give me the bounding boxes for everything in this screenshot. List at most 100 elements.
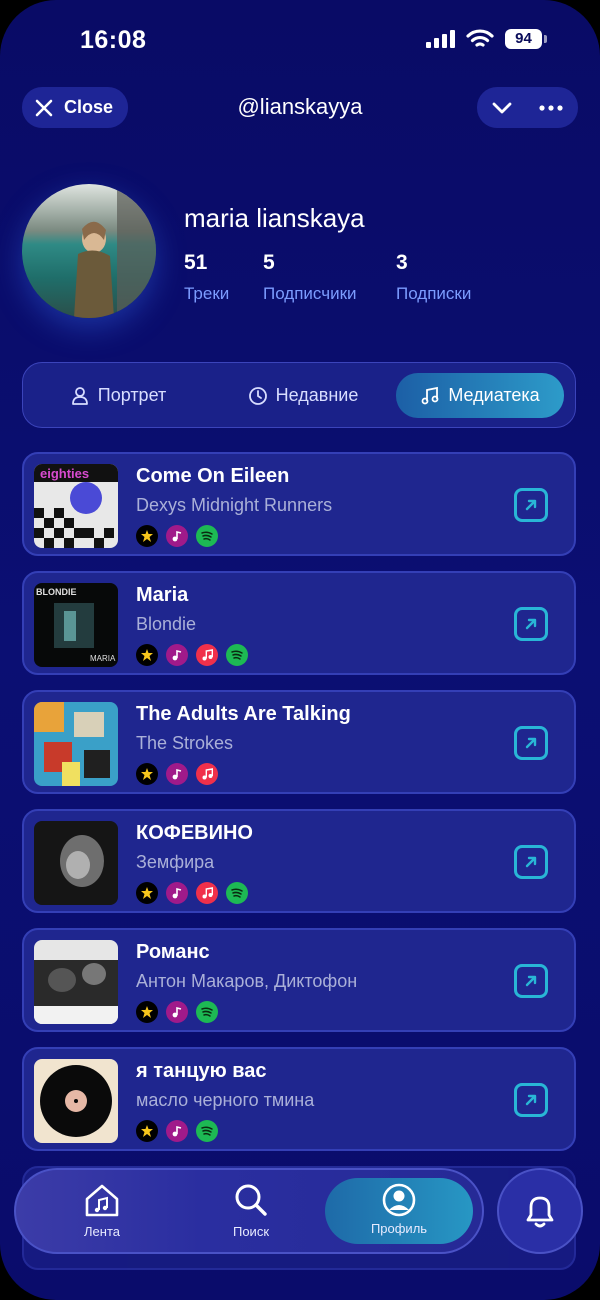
tab-library[interactable]: Медиатека: [396, 373, 564, 418]
open-external-icon[interactable]: [514, 488, 548, 522]
stat-label: Треки: [184, 284, 230, 303]
track-title: КОФЕВИНО: [136, 822, 253, 844]
spotify-icon[interactable]: [196, 1120, 218, 1142]
bottom-nav: Лента Поиск Профиль: [14, 1168, 484, 1254]
stat-label: Подписчики: [263, 284, 357, 303]
track-title: я танцую вас: [136, 1060, 267, 1082]
open-external-icon[interactable]: [514, 964, 548, 998]
track-card[interactable]: BLONDIE MARIA Maria Blondie: [22, 571, 576, 675]
battery-tip: [544, 35, 547, 43]
track-card[interactable]: eighties Come On Eileen Dexys Midnight R…: [22, 452, 576, 556]
service-icons: [136, 525, 226, 547]
person-icon: [71, 386, 88, 405]
album-cover: BLONDIE MARIA: [34, 583, 118, 667]
album-cover: eighties: [34, 464, 118, 548]
apple-music-icon[interactable]: [196, 882, 218, 904]
spotify-icon[interactable]: [196, 1001, 218, 1023]
yandex-icon[interactable]: [136, 644, 158, 666]
spotify-icon[interactable]: [226, 882, 248, 904]
wifi-icon: [466, 29, 494, 47]
music-service-icon[interactable]: [166, 882, 188, 904]
open-external-icon[interactable]: [514, 1083, 548, 1117]
music-service-icon[interactable]: [166, 1001, 188, 1023]
track-card[interactable]: The Adults Are Talking The Strokes: [22, 690, 576, 794]
album-cover: [34, 1059, 118, 1143]
tab-label: Медиатека: [448, 385, 540, 405]
service-icons: [136, 644, 256, 666]
music-service-icon[interactable]: [166, 644, 188, 666]
stat-following[interactable]: 3 Подписки: [396, 251, 471, 304]
home-icon: [85, 1184, 119, 1217]
yandex-icon[interactable]: [136, 525, 158, 547]
bell-icon: [526, 1196, 554, 1228]
track-card[interactable]: КОФЕВИНО Земфира: [22, 809, 576, 913]
more-icon[interactable]: [539, 104, 563, 112]
stat-value: 3: [396, 251, 408, 274]
open-external-icon[interactable]: [514, 607, 548, 641]
notifications-button[interactable]: [497, 1168, 583, 1254]
stat-value: 51: [184, 251, 208, 274]
header-actions: [477, 87, 578, 128]
avatar[interactable]: [22, 184, 156, 318]
clock-icon: [248, 386, 267, 405]
nav-label: Поиск: [232, 1224, 270, 1239]
stat-label: Подписки: [396, 284, 472, 303]
nav-label: Профиль: [370, 1221, 428, 1236]
apple-music-icon[interactable]: [196, 763, 218, 785]
track-title: Come On Eileen: [136, 465, 290, 487]
status-bar: 16:08 94: [0, 0, 600, 80]
cover-text: BLONDIE: [36, 587, 77, 597]
svg-text:MARIA: MARIA: [90, 654, 116, 663]
search-icon: [235, 1184, 267, 1216]
service-icons: [136, 1001, 226, 1023]
tab-portrait[interactable]: Портрет: [43, 373, 193, 418]
app-screen: 16:08 94 Close @lianskayya maria lianska…: [0, 0, 600, 1300]
cover-text: eighties: [40, 466, 89, 481]
track-card[interactable]: Романс Антон Макаров, Диктофон: [22, 928, 576, 1032]
nav-profile[interactable]: Профиль: [325, 1178, 473, 1244]
track-artist: масло черного тмина: [136, 1090, 315, 1110]
profile-name: maria lianskaya: [184, 203, 365, 233]
open-external-icon[interactable]: [514, 845, 548, 879]
track-card[interactable]: я танцую вас масло черного тмина: [22, 1047, 576, 1151]
music-service-icon[interactable]: [166, 763, 188, 785]
track-title: Maria: [136, 584, 189, 606]
service-icons: [136, 1120, 226, 1142]
profile-tabs: Портрет Недавние Медиатека: [22, 362, 576, 428]
track-artist: Антон Макаров, Диктофон: [136, 971, 358, 991]
track-artist: The Strokes: [136, 733, 234, 753]
stat-value: 5: [263, 251, 275, 274]
nav-label: Лента: [84, 1224, 120, 1239]
chevron-down-icon[interactable]: [491, 99, 513, 117]
tab-label: Недавние: [275, 385, 359, 405]
album-cover: [34, 821, 118, 905]
spotify-icon[interactable]: [226, 644, 248, 666]
yandex-icon[interactable]: [136, 1120, 158, 1142]
yandex-icon[interactable]: [136, 1001, 158, 1023]
track-title: The Adults Are Talking: [136, 703, 351, 725]
status-time: 16:08: [80, 26, 147, 54]
tab-label: Портрет: [97, 385, 167, 405]
yandex-icon[interactable]: [136, 763, 158, 785]
service-icons: [136, 882, 256, 904]
spotify-icon[interactable]: [196, 525, 218, 547]
music-service-icon[interactable]: [166, 525, 188, 547]
cellular-signal-icon: [426, 30, 455, 48]
yandex-icon[interactable]: [136, 882, 158, 904]
music-service-icon[interactable]: [166, 1120, 188, 1142]
track-artist: Dexys Midnight Runners: [136, 495, 333, 515]
open-external-icon[interactable]: [514, 726, 548, 760]
nav-feed[interactable]: Лента: [42, 1170, 162, 1252]
tab-recent[interactable]: Недавние: [223, 373, 383, 418]
apple-music-icon[interactable]: [196, 644, 218, 666]
stat-followers[interactable]: 5 Подписчики: [263, 251, 357, 304]
album-cover: [34, 940, 118, 1024]
track-artist: Земфира: [136, 852, 215, 872]
nav-search[interactable]: Поиск: [191, 1170, 311, 1252]
service-icons: [136, 763, 226, 785]
track-artist: Blondie: [136, 614, 197, 634]
battery-level: 94: [505, 29, 542, 49]
album-cover: [34, 702, 118, 786]
stat-tracks[interactable]: 51 Треки: [184, 251, 229, 304]
music-note-icon: [421, 386, 439, 404]
